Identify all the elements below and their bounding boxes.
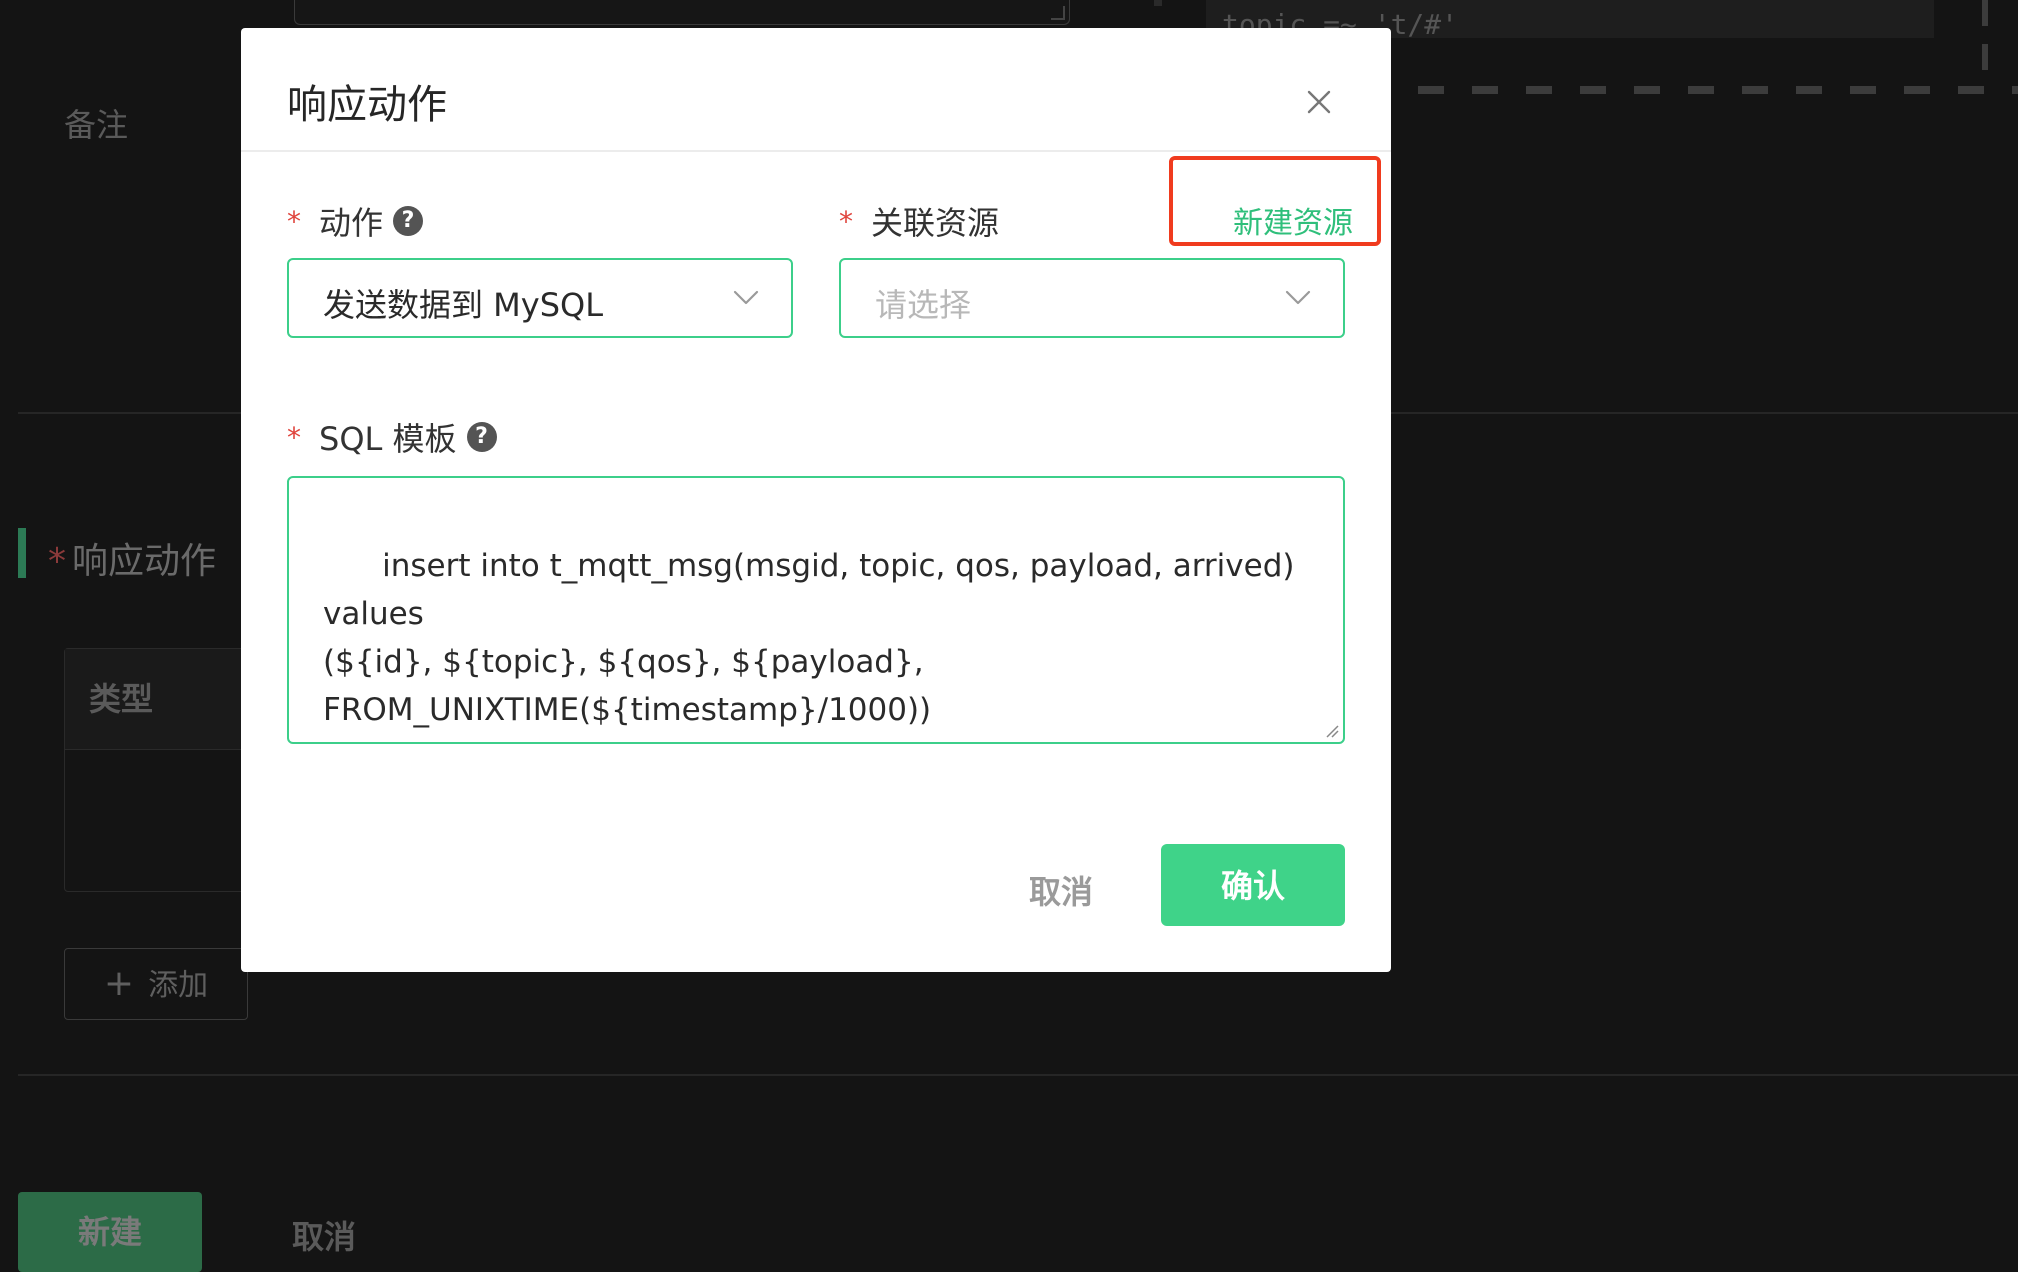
confirm-button[interactable]: 确认 [1161, 844, 1345, 926]
background-divider [1154, 0, 1162, 6]
sql-template-value: insert into t_mqtt_msg(msgid, topic, qos… [323, 548, 1295, 728]
resource-select[interactable]: 请选择 [839, 258, 1345, 338]
resource-label: * 关联资源 [839, 198, 999, 244]
question-circle-icon[interactable]: ? [466, 422, 497, 452]
action-select-value: 发送数据到 MySQL [323, 286, 604, 324]
sql-template-textarea[interactable]: insert into t_mqtt_msg(msgid, topic, qos… [287, 476, 1345, 744]
dialog-title: 响应动作 [287, 82, 447, 128]
action-label-text: 动作 [319, 204, 384, 242]
required-mark: * [287, 420, 301, 454]
resize-grip-icon[interactable] [1325, 724, 1339, 738]
section-accent-bar [18, 528, 26, 578]
background-dashed-line [1418, 86, 2018, 94]
page: topic =~ 't/#' 备注 * 响应动作 类型 + 添加 新建 取消 响应动… [0, 0, 2018, 1272]
sql-template-label-text: SQL 模板 [319, 420, 457, 458]
close-icon[interactable] [1303, 86, 1335, 118]
required-mark: * [839, 204, 853, 238]
add-action-label: 添加 [148, 968, 209, 1003]
note-label: 备注 [64, 106, 129, 144]
response-action-dialog: 响应动作 * 动作 ? 发送数据到 MySQL * 关联资源 新建资源 请选择 [241, 28, 1391, 972]
section-title: * 响应动作 [48, 532, 216, 584]
resource-select-placeholder: 请选择 [875, 286, 972, 324]
required-mark: * [48, 541, 66, 582]
actions-table: 类型 [64, 648, 256, 892]
action-label: * 动作 ? [287, 198, 424, 244]
plus-icon: + [103, 963, 135, 1004]
required-mark: * [287, 204, 301, 238]
action-select[interactable]: 发送数据到 MySQL [287, 258, 793, 338]
page-cancel-button[interactable]: 取消 [292, 1212, 356, 1258]
resize-grip-icon [1051, 6, 1065, 20]
annotation-highlight-box [1169, 156, 1381, 246]
chevron-down-icon [733, 290, 759, 305]
chevron-down-icon [1285, 290, 1311, 305]
add-action-button[interactable]: + 添加 [64, 948, 248, 1020]
cancel-button[interactable]: 取消 [981, 864, 1141, 918]
resource-label-text: 关联资源 [871, 204, 1000, 242]
background-textarea[interactable] [294, 0, 1070, 25]
question-circle-icon[interactable]: ? [393, 206, 424, 236]
create-button[interactable]: 新建 [18, 1192, 202, 1272]
section-divider [18, 1074, 2018, 1076]
dialog-header: 响应动作 [241, 28, 1391, 152]
table-header-type: 类型 [65, 649, 255, 750]
background-dashed-line-vertical [1982, 0, 1988, 70]
section-title-text: 响应动作 [72, 541, 217, 582]
sql-template-label: * SQL 模板 ? [287, 414, 497, 460]
